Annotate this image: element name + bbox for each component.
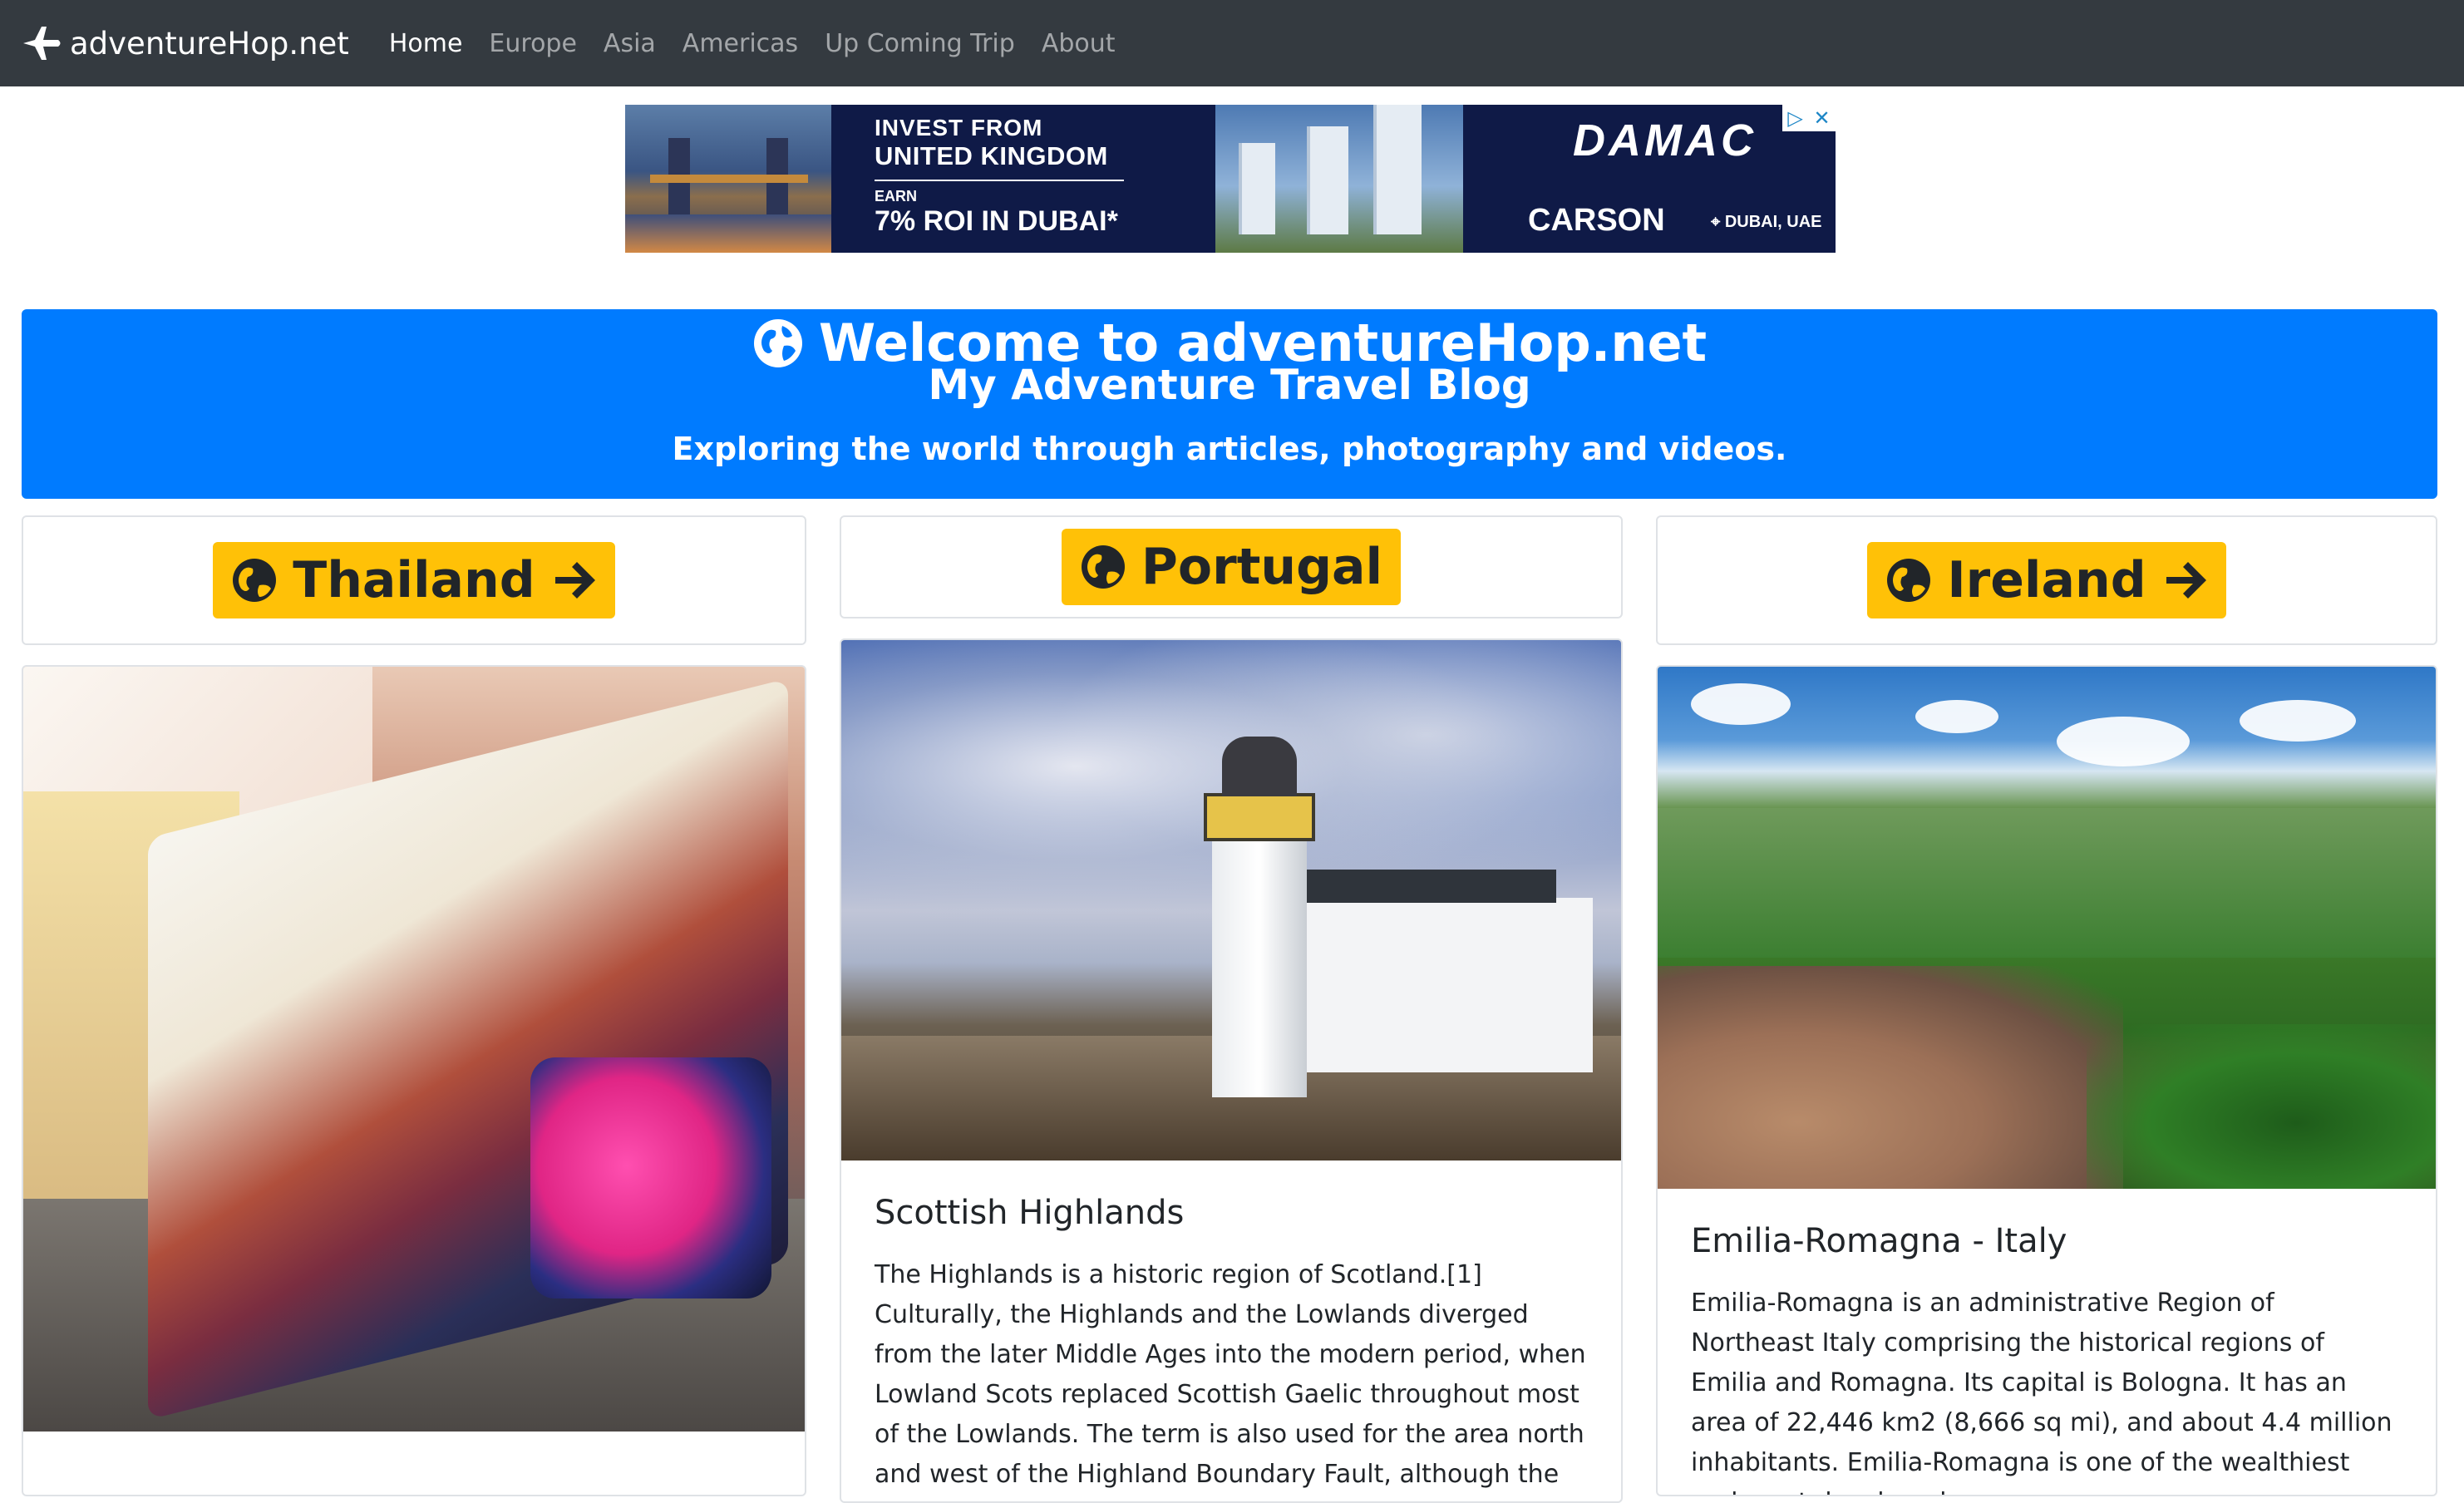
card-thailand	[22, 665, 806, 1496]
card-emilia-romagna: Emilia-Romagna - Italy Emilia-Romagna is…	[1656, 665, 2437, 1496]
card-text: Emilia-Romagna is an administrative Regi…	[1691, 1289, 2393, 1495]
ad-brand: DAMAC CARSON ⌖ DUBAI, UAE	[1463, 105, 1836, 253]
page-subtitle: My Adventure Travel Blog	[928, 361, 1531, 409]
country-header-portugal: Portugal	[840, 515, 1623, 618]
ireland-button-label: Ireland	[1947, 551, 2146, 609]
welcome-banner: Welcome to adventureHop.net My Adventure…	[22, 309, 2437, 499]
globe-icon	[1885, 557, 1932, 604]
ad-brand-logo: DAMAC	[1573, 116, 1757, 165]
plane-icon	[22, 25, 63, 62]
card-image-tram[interactable]	[23, 667, 805, 1432]
ad-controls: ▷ ✕	[1782, 105, 1836, 131]
country-header-ireland: Ireland	[1656, 515, 2437, 645]
country-header-thailand: Thailand	[22, 515, 806, 645]
portugal-button-label: Portugal	[1141, 538, 1383, 596]
ad-image-towers	[1215, 105, 1463, 253]
card-scottish-highlands: Scottish Highlands The Highlands is a hi…	[840, 638, 1623, 1503]
card-body: Scottish Highlands The Highlands is a hi…	[841, 1161, 1621, 1501]
map-pin-icon: ⌖	[1711, 213, 1725, 231]
ad-image-bridge	[625, 105, 831, 253]
nav-americas[interactable]: Americas	[683, 29, 798, 58]
ad-project: CARSON	[1528, 203, 1665, 238]
card-title[interactable]: Emilia-Romagna - Italy	[1691, 1222, 2402, 1260]
card-body: Emilia-Romagna - Italy Emilia-Romagna is…	[1658, 1189, 2436, 1495]
brand-link[interactable]: adventureHop.net	[22, 25, 349, 62]
ad-line4: 7% ROI IN DUBAI*	[875, 205, 1118, 237]
nav-upcoming-trip[interactable]: Up Coming Trip	[825, 29, 1015, 58]
ireland-button[interactable]: Ireland	[1867, 542, 2226, 618]
card-image-lighthouse[interactable]	[841, 640, 1621, 1161]
ad-location: ⌖ DUBAI, UAE	[1711, 213, 1822, 231]
nav-home[interactable]: Home	[389, 29, 463, 58]
ad-banner[interactable]: INVEST FROM UNITED KINGDOM EARN 7% ROI I…	[625, 105, 1836, 253]
thailand-button[interactable]: Thailand	[213, 542, 615, 618]
globe-icon	[231, 557, 278, 604]
ad-line1: INVEST FROM	[875, 115, 1043, 140]
adchoices-icon[interactable]: ▷	[1787, 106, 1802, 130]
ad-line2: UNITED KINGDOM	[875, 141, 1108, 170]
card-title[interactable]: Scottish Highlands	[875, 1194, 1588, 1232]
brand-text: adventureHop.net	[70, 25, 349, 62]
card-text: The Highlands is a historic region of Sc…	[875, 1260, 1586, 1501]
arrow-right-icon	[550, 557, 597, 604]
nav-europe[interactable]: Europe	[489, 29, 577, 58]
page-tagline: Exploring the world through articles, ph…	[672, 431, 1787, 467]
globe-icon	[1080, 544, 1126, 590]
ad-line3: EARN	[875, 188, 918, 205]
nav-asia[interactable]: Asia	[604, 29, 656, 58]
thailand-button-label: Thailand	[293, 551, 535, 609]
arrow-right-icon	[2161, 557, 2208, 604]
portugal-button[interactable]: Portugal	[1061, 529, 1402, 605]
ad-copy: INVEST FROM UNITED KINGDOM EARN 7% ROI I…	[831, 105, 1215, 253]
close-icon[interactable]: ✕	[1814, 106, 1831, 130]
nav-links: Home Europe Asia Americas Up Coming Trip…	[389, 29, 1142, 58]
card-image-italy[interactable]	[1658, 667, 2436, 1189]
nav-about[interactable]: About	[1042, 29, 1116, 58]
navbar: adventureHop.net Home Europe Asia Americ…	[0, 0, 2464, 86]
